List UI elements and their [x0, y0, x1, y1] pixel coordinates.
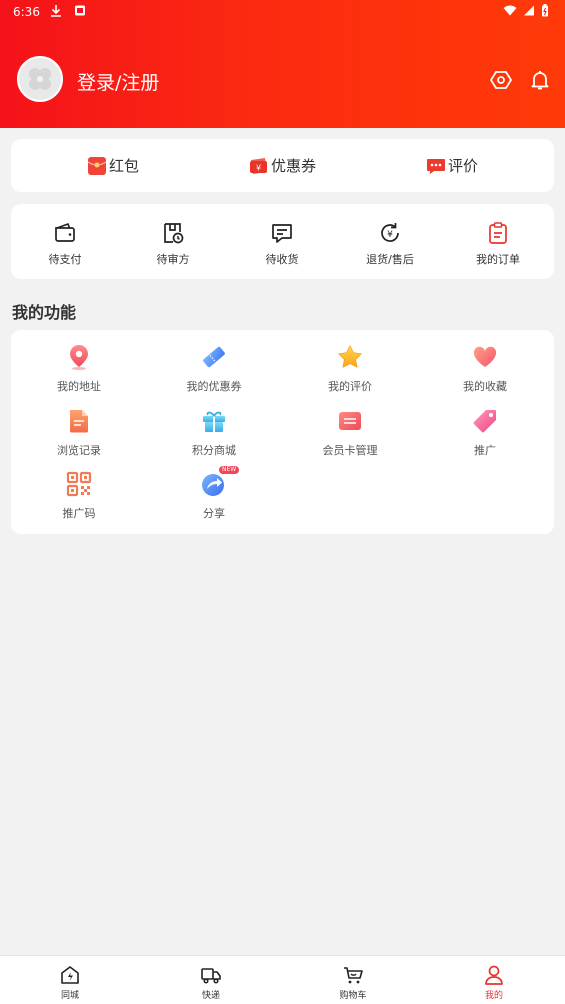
user-icon [485, 965, 503, 985]
order-pending-payment[interactable]: 待支付 [20, 221, 110, 267]
order-all-label: 我的订单 [476, 253, 520, 266]
func-share[interactable]: NEW 分享 [154, 466, 274, 521]
tab-local-label: 同城 [60, 991, 79, 1001]
review-link[interactable]: 评价 [426, 155, 478, 176]
tag-icon [473, 410, 496, 433]
ticket-icon [203, 346, 225, 368]
bottom-tab-bar: 同城 快递 购物车 我的 [0, 955, 565, 1004]
func-my-address-label: 我的地址 [57, 380, 101, 393]
tab-local[interactable]: 同城 [30, 964, 110, 1001]
func-member-card-label: 会员卡管理 [322, 444, 378, 457]
avatar[interactable] [17, 56, 63, 102]
coupon-label: 优惠券 [271, 157, 317, 175]
orders-card: 待支付 待审方 待收货 ¥ 退货/售后 我的订单 [11, 204, 554, 279]
order-pending-review[interactable]: 待审方 [128, 221, 218, 267]
new-badge: NEW [219, 466, 240, 474]
quick-links-card: 红包 ¥ 优惠券 评价 [11, 139, 554, 192]
func-promotion-label: 推广 [474, 444, 496, 457]
prescription-review-icon [164, 223, 184, 244]
red-envelope-link[interactable]: 红包 [87, 155, 139, 176]
refund-icon: ¥ [381, 223, 399, 242]
bell-icon[interactable] [529, 69, 551, 91]
default-avatar-icon [29, 68, 51, 90]
coupon-icon: ¥ [250, 157, 267, 174]
func-promotion[interactable]: 推广 [425, 407, 545, 458]
order-pending-payment-label: 待支付 [48, 253, 82, 266]
tab-mine-label: 我的 [484, 991, 503, 1001]
review-label: 评价 [448, 157, 479, 175]
document-icon [70, 410, 88, 433]
func-my-coupons[interactable]: 我的优惠券 [154, 343, 274, 394]
card-icon [339, 412, 361, 430]
status-time: 6:36 [13, 5, 40, 19]
wallet-icon [55, 223, 75, 242]
func-share-label: 分享 [203, 507, 225, 520]
order-refund[interactable]: ¥ 退货/售后 [345, 221, 435, 267]
func-my-favorites[interactable]: 我的收藏 [425, 343, 545, 394]
battery-icon [542, 4, 548, 17]
func-promo-code-label: 推广码 [62, 507, 96, 520]
cart-icon [344, 967, 363, 984]
functions-title: 我的功能 [12, 303, 77, 322]
func-promo-code[interactable]: 推广码 [19, 470, 139, 521]
func-my-reviews[interactable]: 我的评价 [290, 343, 410, 394]
heart-icon [473, 346, 497, 367]
tab-mine[interactable]: 我的 [454, 964, 534, 1001]
login-register-link[interactable]: 登录/注册 [77, 68, 159, 95]
tab-cart-label: 购物车 [339, 991, 367, 1001]
status-bar: 6:36 [0, 0, 565, 24]
func-my-coupons-label: 我的优惠券 [186, 380, 242, 393]
settings-icon[interactable] [490, 69, 512, 91]
delivery-truck-icon [201, 968, 221, 984]
functions-card: 我的地址 我的优惠券 我的评价 我的收藏 浏览记录 积分商城 会员卡管理 推广 … [11, 330, 554, 534]
func-my-address[interactable]: 我的地址 [19, 343, 139, 394]
func-member-card[interactable]: 会员卡管理 [290, 407, 410, 458]
gift-icon [203, 411, 225, 432]
svg-text:¥: ¥ [256, 163, 261, 172]
func-my-favorites-label: 我的收藏 [463, 380, 507, 393]
star-icon [338, 345, 362, 368]
home-bolt-icon [61, 966, 79, 984]
review-icon [427, 158, 445, 174]
order-refund-label: 退货/售后 [366, 253, 414, 266]
func-browse-history[interactable]: 浏览记录 [19, 407, 139, 458]
signal-icon [524, 5, 534, 16]
share-icon [202, 474, 224, 496]
order-pending-receipt[interactable]: 待收货 [237, 221, 327, 267]
message-icon [272, 224, 292, 243]
func-my-reviews-label: 我的评价 [328, 380, 372, 393]
location-pin-icon [70, 345, 88, 370]
notification-app-icon [75, 5, 85, 16]
func-points-mall[interactable]: 积分商城 [154, 407, 274, 458]
qr-code-icon [66, 471, 92, 497]
tab-cart[interactable]: 购物车 [313, 964, 393, 1001]
order-pending-review-label: 待审方 [156, 253, 190, 266]
func-browse-history-label: 浏览记录 [57, 444, 101, 457]
func-points-mall-label: 积分商城 [192, 444, 236, 457]
tab-express[interactable]: 快递 [171, 964, 251, 1001]
download-icon [51, 5, 61, 17]
red-envelope-label: 红包 [109, 157, 140, 175]
order-all[interactable]: 我的订单 [453, 221, 543, 267]
coupon-link[interactable]: ¥ 优惠券 [249, 155, 316, 176]
red-envelope-icon [87, 156, 107, 175]
profile-header: 6:36 登录/注册 [0, 0, 565, 128]
clipboard-icon [489, 222, 507, 244]
order-pending-receipt-label: 待收货 [265, 253, 299, 266]
wifi-icon [503, 5, 517, 16]
tab-express-label: 快递 [201, 991, 220, 1001]
svg-text:¥: ¥ [387, 230, 393, 240]
